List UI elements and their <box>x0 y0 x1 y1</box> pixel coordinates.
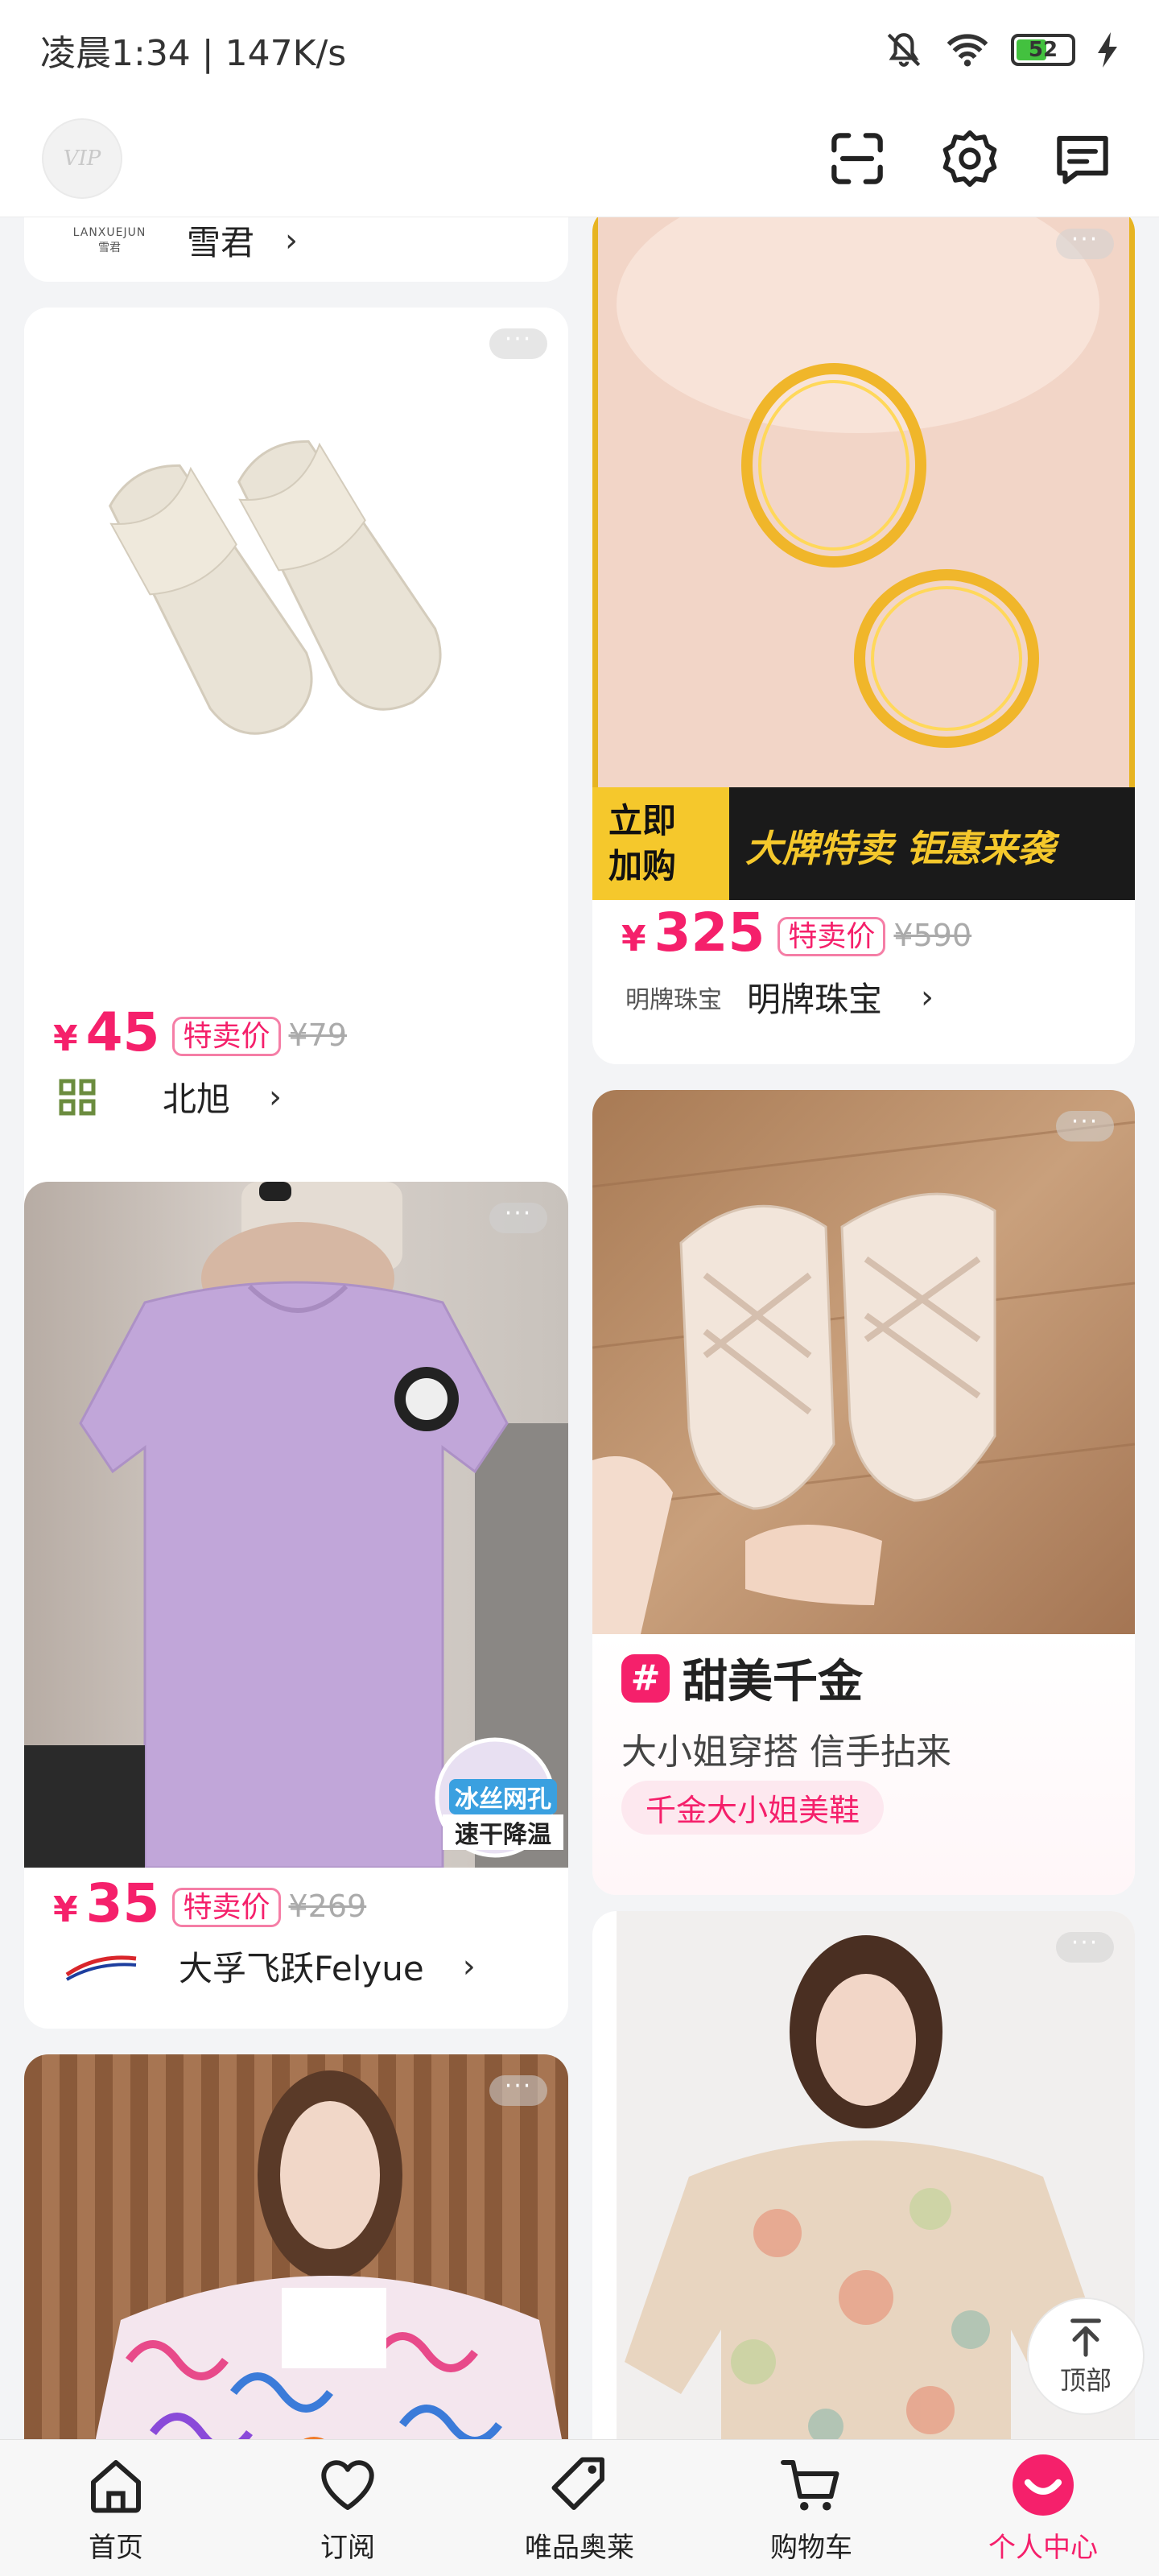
brand-logo-beixu <box>53 1073 101 1121</box>
brand-name[interactable]: 大孚飞跃Felyue <box>179 1942 424 1991</box>
product-card-tshirt[interactable]: ··· 冰丝网孔 速干降温 ¥ 35 特卖价 ¥269 大孚飞跃Felyue › <box>24 1182 568 2029</box>
sale-price: 45 <box>85 1001 160 1063</box>
price-row: ¥ 45 特卖价 ¥79 <box>53 1001 348 1063</box>
chevron-right-icon: › <box>269 1078 283 1116</box>
settings-gear-icon[interactable] <box>935 124 1004 193</box>
back-to-top-button[interactable]: 顶部 <box>1027 2297 1145 2415</box>
sale-price: 325 <box>654 902 765 964</box>
product-image <box>592 1090 1135 1634</box>
sale-tag: 特卖价 <box>172 1888 281 1928</box>
brand-logo-lanxuejun: LANXUEJUN 雪君 <box>72 225 146 254</box>
promo-badge: 冰丝网孔 速干降温 <box>443 1779 563 1850</box>
heart-icon <box>321 2460 374 2510</box>
battery-icon: 52 <box>1011 34 1075 66</box>
original-price: ¥590 <box>893 918 972 953</box>
product-image <box>24 2054 568 2473</box>
more-options-button[interactable]: ··· <box>489 328 547 359</box>
product-image <box>24 308 568 1000</box>
product-image: 立即 加购 大牌特卖 钜惠来袭 <box>592 208 1135 900</box>
status-icons: 52 <box>884 30 1119 70</box>
nav-cart[interactable]: 购物车 <box>715 2451 908 2565</box>
nav-profile[interactable]: 个人中心 <box>947 2451 1140 2565</box>
hashtag-icon: # <box>621 1653 670 1703</box>
brand-row[interactable]: 明牌珠宝 明牌珠宝 › <box>621 972 934 1022</box>
price-row: ¥ 35 特卖价 ¥269 <box>53 1872 367 1934</box>
original-price: ¥79 <box>288 1018 348 1053</box>
brand-name[interactable]: 雪君 <box>187 216 254 265</box>
brand-row[interactable]: 北旭 › <box>53 1072 282 1121</box>
brand-name[interactable]: 明牌珠宝 <box>747 972 882 1022</box>
more-options-button[interactable]: ··· <box>1056 1110 1114 1141</box>
topic-subtitle: 大小姐穿搭 信手拈来 <box>621 1732 951 1773</box>
arrow-up-icon <box>1070 2318 1101 2357</box>
more-options-button[interactable]: ··· <box>1056 228 1114 259</box>
sale-tag: 特卖价 <box>777 917 886 957</box>
product-card-bracelets[interactable]: ··· 立即 加购 大牌特卖 钜惠来袭 ¥ 325 特卖价 ¥590 明牌珠宝 … <box>592 208 1135 1064</box>
more-options-button[interactable]: ··· <box>489 2074 547 2106</box>
chevron-right-icon: › <box>462 1947 476 1985</box>
home-icon <box>91 2460 141 2513</box>
bottom-navigation: 首页 订阅 唯品奥莱 购物车 个人中心 <box>0 2439 1159 2576</box>
brand-logo-mingpai: 明牌珠宝 <box>625 985 722 1014</box>
sale-tag: 特卖价 <box>172 1017 281 1057</box>
topic-title: # 甜美千金 <box>621 1645 863 1711</box>
more-options-button[interactable]: ··· <box>489 1202 547 1233</box>
vip-avatar[interactable]: VIP <box>42 118 122 199</box>
brand-logo-felyue <box>53 1942 150 1991</box>
wifi-icon <box>947 34 988 67</box>
product-image: 冰丝网孔 速干降温 <box>24 1182 568 1868</box>
more-options-button[interactable]: ··· <box>1056 1931 1114 1963</box>
message-icon[interactable] <box>1048 124 1117 193</box>
chevron-right-icon: › <box>921 978 934 1016</box>
mute-bell-icon <box>887 33 921 67</box>
product-card-jacket[interactable]: ··· <box>24 2054 568 2473</box>
price-row: ¥ 325 特卖价 ¥590 <box>621 902 972 964</box>
nav-outlet[interactable]: 唯品奥莱 <box>483 2451 676 2565</box>
scan-icon[interactable] <box>823 124 892 193</box>
brand-row[interactable]: 大孚飞跃Felyue › <box>53 1942 476 1991</box>
topic-pill[interactable]: 千金大小姐美鞋 <box>621 1781 885 1835</box>
top-header: VIP <box>0 100 1159 217</box>
brand-name[interactable]: 北旭 <box>163 1072 230 1121</box>
charging-bolt-icon <box>1098 32 1117 68</box>
original-price: ¥269 <box>288 1889 367 1924</box>
status-time: 凌晨1:34 | 147K/s <box>40 33 347 74</box>
status-bar: 凌晨1:34 | 147K/s 52 <box>0 0 1159 100</box>
chevron-right-icon: › <box>285 221 299 259</box>
topic-card-sweet-lady[interactable]: ··· # 甜美千金 大小姐穿搭 信手拈来 千金大小姐美鞋 <box>592 1090 1135 1895</box>
profile-icon <box>1013 2454 1074 2516</box>
cart-icon <box>781 2460 839 2511</box>
promo-banner: 立即 加购 大牌特卖 钜惠来袭 <box>592 787 1135 900</box>
sale-price: 35 <box>85 1872 160 1934</box>
tag-icon <box>551 2457 604 2510</box>
nav-subscribe[interactable]: 订阅 <box>251 2451 444 2565</box>
nav-home[interactable]: 首页 <box>19 2451 212 2565</box>
